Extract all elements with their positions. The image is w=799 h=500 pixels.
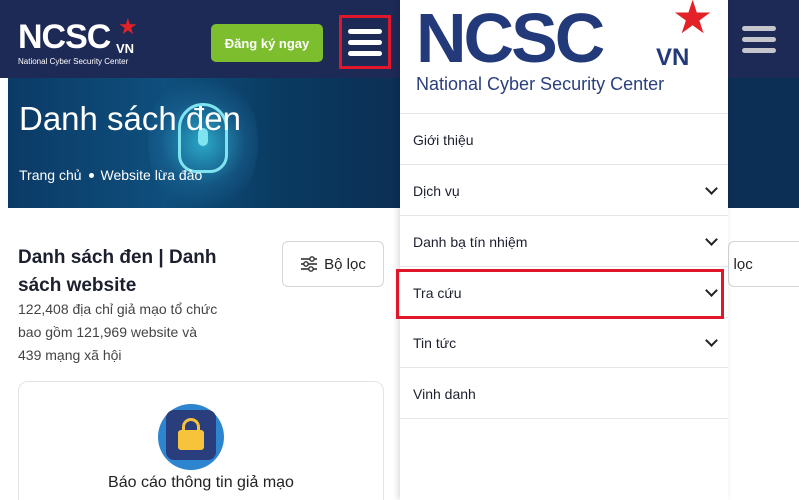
drawer-divider xyxy=(400,113,728,114)
menu-item-label: Dịch vụ xyxy=(413,182,460,199)
site-header: NCSC ★ VN National Cyber Security Center… xyxy=(0,0,400,78)
menu-item-tin-tuc[interactable]: Tin tức xyxy=(400,318,728,368)
logo-subtitle: National Cyber Security Center xyxy=(18,57,129,66)
report-card-title: Báo cáo thông tin giả mạo xyxy=(108,474,294,491)
hamburger-icon-bar xyxy=(742,37,776,42)
menu-item-label: Vinh danh xyxy=(413,385,476,402)
section-description: 122,408 địa chỉ giả mạo tổ chức bao gồm … xyxy=(18,301,218,363)
drawer-logo-vn: VN xyxy=(656,44,690,71)
menu-item-label: Giới thiệu xyxy=(413,131,474,148)
filter-label: Bộ lọc xyxy=(324,255,366,273)
star-icon: ★ xyxy=(672,0,714,43)
menu-item-danh-ba-tin-nhiem[interactable]: Danh bạ tín nhiệm xyxy=(400,217,728,267)
filter-label-behind: Bộ lọc xyxy=(729,255,753,273)
breadcrumb-separator xyxy=(88,173,94,178)
nav-drawer: NCSC ★ VN National Cyber Security Center… xyxy=(400,0,728,500)
drawer-logo[interactable]: NCSC ★ VN National Cyber Security Center xyxy=(416,0,716,112)
breadcrumb: Trang chủ Website lừa đảo xyxy=(19,167,202,183)
page-title: Danh sách đen xyxy=(19,100,241,137)
register-button[interactable]: Đăng ký ngay xyxy=(211,24,323,62)
hamburger-icon xyxy=(348,28,382,34)
hamburger-icon xyxy=(742,26,776,31)
site-logo[interactable]: NCSC ★ VN National Cyber Security Center xyxy=(18,14,138,66)
filter-sliders-icon xyxy=(301,256,318,272)
filter-button-behind[interactable]: Bộ lọc xyxy=(728,241,799,287)
menu-item-gioi-thieu[interactable]: Giới thiệu xyxy=(400,115,728,165)
menu-item-label: Danh bạ tín nhiệm xyxy=(413,233,528,250)
menu-item-vinh-danh[interactable]: Vinh danh xyxy=(400,369,728,419)
section-title: Danh sách đen | Danh sách website xyxy=(18,247,217,296)
logo-vn: VN xyxy=(116,41,135,56)
logo-text: NCSC xyxy=(18,18,111,56)
hero-banner: Danh sách đen Trang chủ Website lừa đảo xyxy=(8,78,400,208)
hero-behind-drawer xyxy=(728,78,799,208)
chevron-down-icon[interactable] xyxy=(705,181,718,195)
hamburger-icon-bar xyxy=(348,50,382,56)
drawer-logo-text: NCSC xyxy=(416,0,605,77)
hamburger-menu-button-behind[interactable] xyxy=(742,26,776,53)
filter-button[interactable]: Bộ lọc xyxy=(282,241,384,287)
hamburger-menu-button[interactable] xyxy=(339,15,391,69)
chevron-down-icon[interactable] xyxy=(705,232,718,246)
hamburger-icon-bar xyxy=(742,48,776,53)
breadcrumb-home[interactable]: Trang chủ xyxy=(19,167,82,183)
hamburger-icon-bar xyxy=(348,39,382,45)
drawer-logo-subtitle: National Cyber Security Center xyxy=(416,74,665,94)
highlight-tra-cuu xyxy=(396,269,724,319)
menu-item-label: Tin tức xyxy=(413,334,457,351)
star-icon: ★ xyxy=(118,14,138,39)
breadcrumb-current[interactable]: Website lừa đảo xyxy=(101,167,203,183)
padlock-body xyxy=(178,430,204,450)
report-lock-icon xyxy=(158,404,224,470)
page-background: NCSC ★ VN National Cyber Security Center… xyxy=(0,0,400,500)
menu-item-dich-vu[interactable]: Dịch vụ xyxy=(400,166,728,216)
chevron-down-icon[interactable] xyxy=(705,333,718,347)
